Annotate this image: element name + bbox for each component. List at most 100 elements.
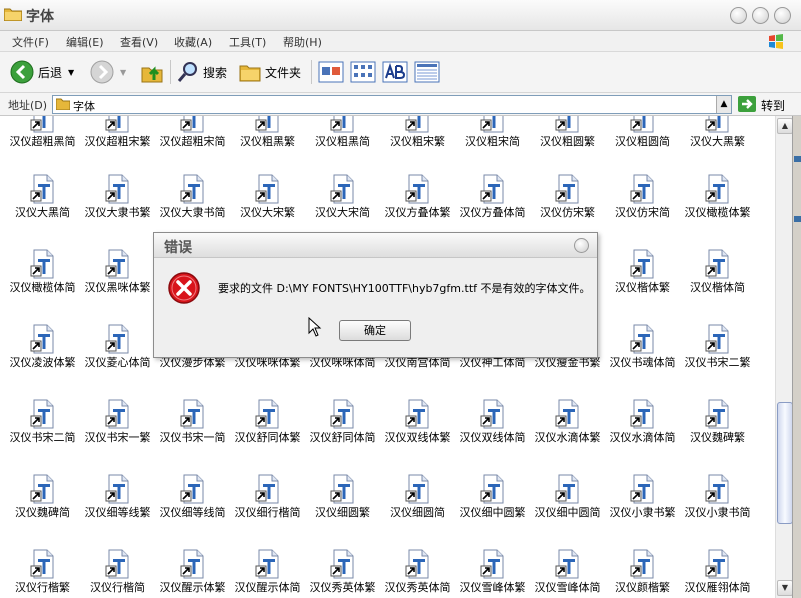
font-file-item[interactable]: 汉仪舒同体简 <box>305 398 380 444</box>
font-file-item[interactable]: 汉仪仿宋简 <box>605 173 680 219</box>
mouse-cursor-icon <box>308 317 322 337</box>
font-file-item[interactable]: 汉仪超粗宋繁 <box>80 116 155 148</box>
font-file-item[interactable]: 汉仪细圆简 <box>380 473 455 519</box>
scroll-down-icon[interactable]: ▼ <box>777 580 793 596</box>
view-icons-button[interactable] <box>350 58 376 86</box>
close-button[interactable] <box>774 7 791 24</box>
font-file-item[interactable]: 汉仪大宋简 <box>305 173 380 219</box>
vertical-scrollbar[interactable]: ▲ ▼ <box>775 116 793 598</box>
minimize-button[interactable] <box>730 7 747 24</box>
font-file-item[interactable]: 汉仪粗黑繁 <box>230 116 305 148</box>
font-file-item[interactable]: 汉仪粗圆简 <box>605 116 680 148</box>
font-file-item[interactable]: 汉仪书宋一简 <box>155 398 230 444</box>
scroll-up-icon[interactable]: ▲ <box>777 118 793 134</box>
truetype-font-icon <box>705 474 728 504</box>
font-file-item[interactable]: 汉仪方叠体繁 <box>380 173 455 219</box>
font-file-item[interactable]: 汉仪细中圆繁 <box>455 473 530 519</box>
truetype-font-icon <box>705 324 728 354</box>
truetype-font-icon <box>480 174 503 204</box>
font-file-item[interactable]: 汉仪魏碑繁 <box>680 398 755 444</box>
forward-button[interactable]: ▼ <box>90 58 126 86</box>
search-button[interactable]: 搜索 <box>176 58 227 86</box>
font-file-item[interactable]: 汉仪水滴体简 <box>605 398 680 444</box>
font-file-item[interactable]: 汉仪菱心体简 <box>80 323 155 369</box>
font-file-item[interactable]: 汉仪小隶书简 <box>680 473 755 519</box>
address-dropdown-icon[interactable]: ▲ <box>716 96 731 113</box>
menu-favorites[interactable]: 收藏(A) <box>174 34 212 50</box>
ok-button[interactable]: 确定 <box>339 320 411 341</box>
view-samples-button[interactable] <box>382 58 408 86</box>
font-file-item[interactable]: 汉仪超粗宋简 <box>155 116 230 148</box>
dialog-close-button[interactable] <box>574 238 589 253</box>
menu-edit[interactable]: 编辑(E) <box>66 34 104 50</box>
font-file-item[interactable]: 汉仪魏碑简 <box>5 473 80 519</box>
font-file-item[interactable]: 汉仪粗圆繁 <box>530 116 605 148</box>
font-file-item[interactable]: 汉仪雪峰体繁 <box>455 548 530 594</box>
font-file-item[interactable]: 汉仪书宋二繁 <box>680 323 755 369</box>
font-file-item[interactable]: 汉仪小隶书繁 <box>605 473 680 519</box>
back-button[interactable]: 后退 ▼ <box>10 58 74 86</box>
font-file-item[interactable]: 汉仪凌波体繁 <box>5 323 80 369</box>
font-file-item[interactable]: 汉仪秀英体简 <box>380 548 455 594</box>
font-file-item[interactable]: 汉仪行楷简 <box>80 548 155 594</box>
font-file-item[interactable]: 汉仪细等线繁 <box>80 473 155 519</box>
forward-dropdown-icon[interactable]: ▼ <box>120 68 126 77</box>
font-file-item[interactable]: 汉仪雁翎体简 <box>680 548 755 594</box>
font-file-item[interactable]: 汉仪书魂体简 <box>605 323 680 369</box>
font-file-item[interactable]: 汉仪黑咪体繁 <box>80 248 155 294</box>
menu-file[interactable]: 文件(F) <box>12 34 49 50</box>
address-input[interactable]: 字体 ▲ <box>52 95 732 114</box>
font-file-item[interactable]: 汉仪大宋繁 <box>230 173 305 219</box>
go-arrow-icon[interactable] <box>738 96 756 112</box>
menu-view[interactable]: 查看(V) <box>120 34 158 50</box>
font-file-item[interactable]: 汉仪粗宋简 <box>455 116 530 148</box>
truetype-font-icon <box>105 249 128 279</box>
menu-tools[interactable]: 工具(T) <box>229 34 266 50</box>
menu-help[interactable]: 帮助(H) <box>283 34 322 50</box>
font-file-item[interactable]: 汉仪楷体简 <box>680 248 755 294</box>
font-file-item[interactable]: 汉仪双线体简 <box>455 398 530 444</box>
font-file-item[interactable]: 汉仪方叠体简 <box>455 173 530 219</box>
truetype-font-icon <box>405 174 428 204</box>
font-file-item[interactable]: 汉仪醒示体繁 <box>155 548 230 594</box>
font-file-item[interactable]: 汉仪大黑繁 <box>680 116 755 148</box>
font-file-name: 汉仪粗圆繁 <box>540 135 595 148</box>
font-file-item[interactable]: 汉仪橄榄体简 <box>5 248 80 294</box>
menu-bar: 文件(F) 编辑(E) 查看(V) 收藏(A) 工具(T) 帮助(H) <box>0 31 801 52</box>
truetype-font-icon <box>630 549 653 579</box>
font-file-item[interactable]: 汉仪粗宋繁 <box>380 116 455 148</box>
font-file-item[interactable]: 汉仪雪峰体简 <box>530 548 605 594</box>
font-file-item[interactable]: 汉仪水滴体繁 <box>530 398 605 444</box>
font-file-item[interactable]: 汉仪橄榄体繁 <box>680 173 755 219</box>
up-folder-button[interactable] <box>140 58 164 86</box>
font-file-item[interactable]: 汉仪醒示体简 <box>230 548 305 594</box>
go-button[interactable]: 转到 <box>761 97 785 114</box>
ab-samples-view-icon <box>382 61 408 83</box>
font-file-item[interactable]: 汉仪粗黑简 <box>305 116 380 148</box>
font-file-item[interactable]: 汉仪细圆繁 <box>305 473 380 519</box>
scroll-thumb[interactable] <box>777 402 793 524</box>
font-file-item[interactable]: 汉仪楷体繁 <box>605 248 680 294</box>
back-dropdown-icon[interactable]: ▼ <box>68 68 74 77</box>
view-thumbnails-button[interactable] <box>318 58 344 86</box>
font-file-item[interactable]: 汉仪仿宋繁 <box>530 173 605 219</box>
font-file-item[interactable]: 汉仪双线体繁 <box>380 398 455 444</box>
font-file-item[interactable]: 汉仪书宋一繁 <box>80 398 155 444</box>
font-file-item[interactable]: 汉仪细等线简 <box>155 473 230 519</box>
font-file-item[interactable]: 汉仪秀英体繁 <box>305 548 380 594</box>
font-file-item[interactable]: 汉仪书宋二简 <box>5 398 80 444</box>
folders-button[interactable]: 文件夹 <box>238 58 301 86</box>
font-file-name: 汉仪大隶书繁 <box>84 206 151 219</box>
font-file-item[interactable]: 汉仪颜楷繁 <box>605 548 680 594</box>
font-file-item[interactable]: 汉仪大黑简 <box>5 173 80 219</box>
font-file-item[interactable]: 汉仪细行楷简 <box>230 473 305 519</box>
font-file-item[interactable]: 汉仪大隶书繁 <box>80 173 155 219</box>
maximize-button[interactable] <box>752 7 769 24</box>
view-details-button[interactable] <box>414 58 440 86</box>
font-file-item[interactable]: 汉仪超粗黑简 <box>5 116 80 148</box>
font-file-item[interactable]: 汉仪细中圆简 <box>530 473 605 519</box>
font-file-item[interactable]: 汉仪行楷繁 <box>5 548 80 594</box>
font-file-item[interactable]: 汉仪舒同体繁 <box>230 398 305 444</box>
truetype-font-icon <box>555 399 578 429</box>
font-file-item[interactable]: 汉仪大隶书简 <box>155 173 230 219</box>
